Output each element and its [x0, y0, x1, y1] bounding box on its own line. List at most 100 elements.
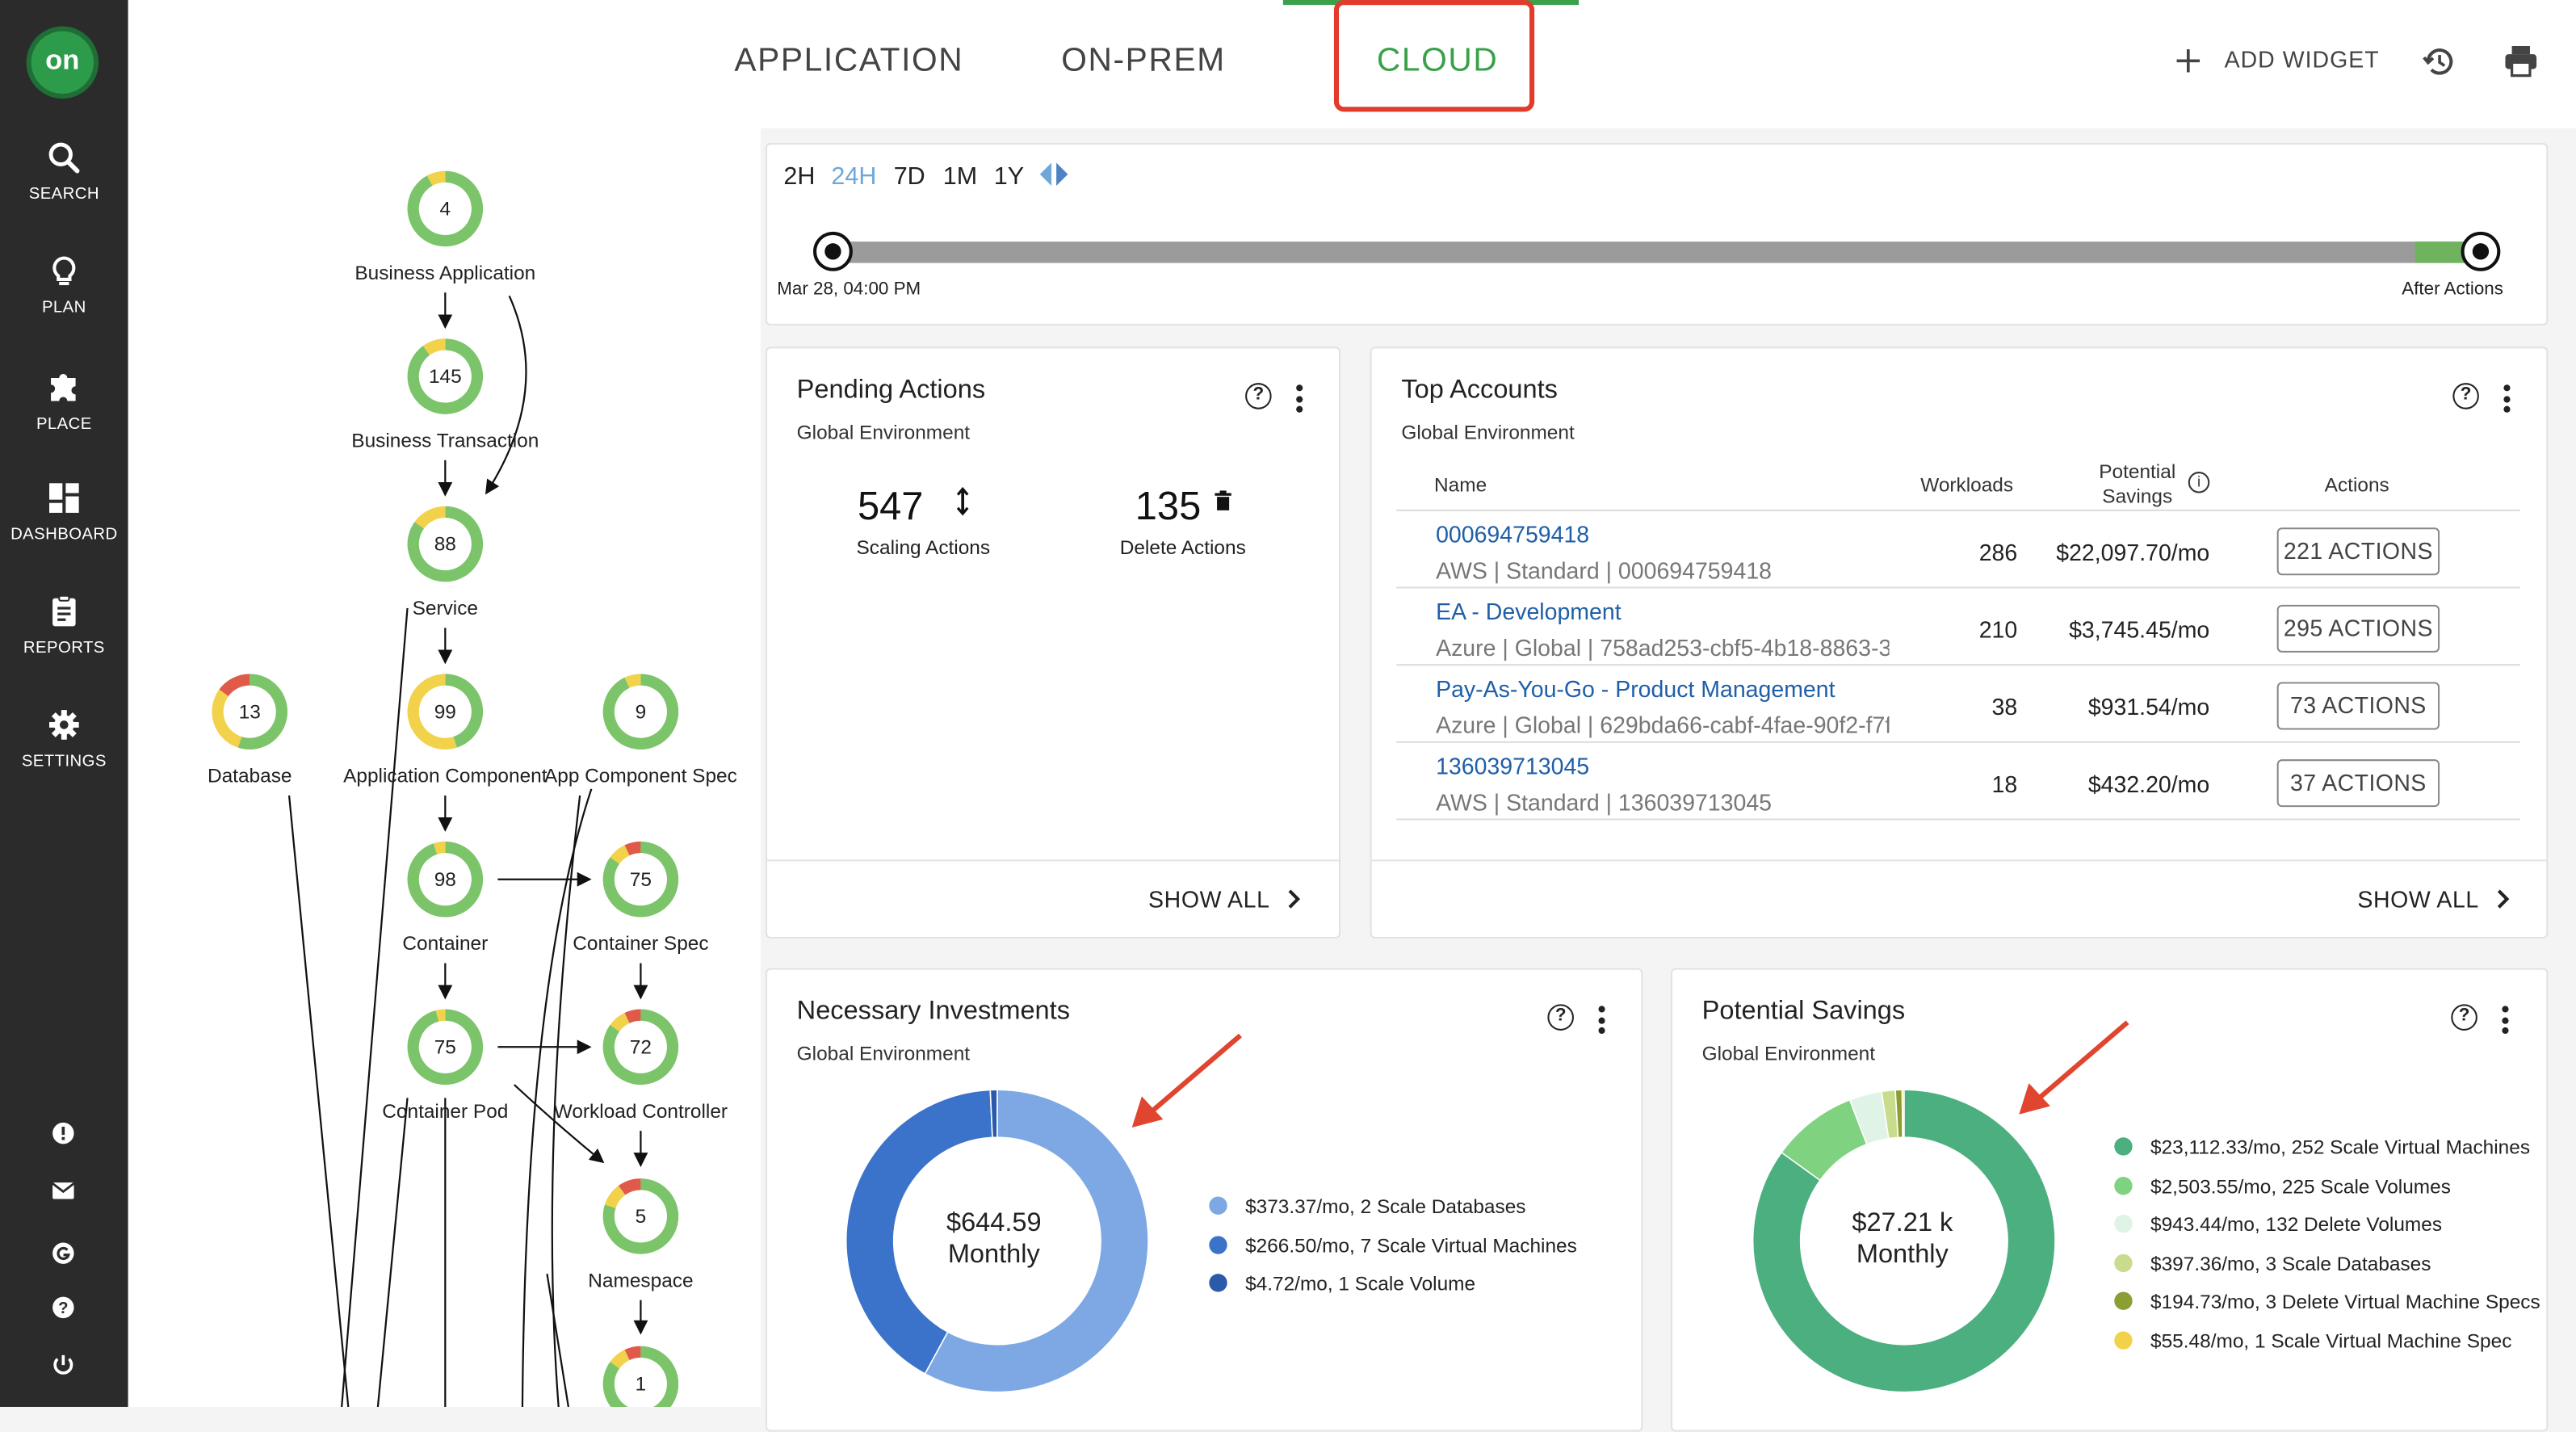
timeline-start-handle[interactable]	[813, 231, 853, 271]
account-description: AWS | Standard | 136039713045	[1436, 788, 1773, 816]
card-subtitle: Global Environment	[796, 1042, 971, 1065]
topology-edge	[376, 1098, 409, 1407]
account-workloads: 210	[1978, 616, 2018, 643]
card-subtitle: Global Environment	[1401, 420, 1575, 444]
topology-node-count: 4	[439, 197, 451, 220]
topology-edge	[341, 607, 409, 1407]
legend-item: $4.72/mo, 1 Scale Volume	[1209, 1272, 1475, 1296]
topology-node-label: Business Transaction	[351, 429, 539, 452]
search-icon	[48, 142, 80, 174]
account-actions-button[interactable]: 221 ACTIONS	[2276, 527, 2440, 576]
topology-node-count: 88	[434, 532, 456, 556]
account-name-link[interactable]: EA - Development	[1436, 598, 1622, 625]
topology-node-count: 1	[635, 1372, 647, 1396]
account-name-link[interactable]: 000694759418	[1436, 521, 1589, 548]
accounts-show-all-button[interactable]: SHOW ALL	[2357, 886, 2479, 913]
timeline-end-handle[interactable]	[2461, 231, 2501, 271]
chevron-right-icon[interactable]	[2495, 889, 2510, 909]
topology-node-count: 145	[428, 364, 462, 388]
topology-node-count: 75	[629, 867, 652, 891]
logo[interactable]: on	[31, 31, 94, 94]
column-header-name: Name	[1434, 473, 1487, 497]
kebab-menu-icon[interactable]	[1296, 384, 1303, 417]
help-icon[interactable]: ?	[49, 1294, 78, 1322]
legend-swatch	[2114, 1177, 2133, 1195]
time-option-2h[interactable]: 2H	[783, 162, 815, 191]
donut-segment[interactable]	[1901, 1089, 1905, 1139]
legend-item: $23,112.33/mo, 252 Scale Virtual Machine…	[2114, 1136, 2530, 1159]
legend-swatch	[1209, 1274, 1227, 1292]
alert-icon[interactable]	[49, 1119, 78, 1148]
annotation-arrow	[1131, 1033, 1242, 1128]
help-icon[interactable]: ?	[2452, 383, 2479, 409]
time-option-24h[interactable]: 24H	[831, 162, 876, 191]
help-icon[interactable]: ?	[1245, 383, 1272, 409]
account-description: AWS | Standard | 000694759418	[1436, 556, 1773, 584]
scaling-arrows-icon	[956, 486, 969, 516]
account-actions-button[interactable]: 37 ACTIONS	[2276, 759, 2440, 808]
card-title: Pending Actions	[796, 376, 986, 405]
account-savings: $931.54/mo	[2087, 693, 2210, 720]
time-option-1m[interactable]: 1M	[943, 162, 977, 191]
topology-node-label: Container Spec	[573, 931, 709, 955]
timeline-card	[766, 143, 2549, 325]
donut-center-label: Monthly	[947, 1241, 1040, 1270]
donut-center-value: $27.21 k	[1852, 1209, 1953, 1238]
kebab-menu-icon[interactable]	[1598, 1006, 1605, 1038]
legend-label: $266.50/mo, 7 Scale Virtual Machines	[1245, 1234, 1577, 1258]
topology-node-label: App Component Spec	[543, 764, 737, 787]
tab-on-prem[interactable]: ON-PREM	[1061, 43, 1226, 81]
legend-label: $2,503.55/mo, 225 Scale Volumes	[2150, 1175, 2451, 1199]
time-option-7d[interactable]: 7D	[894, 162, 925, 191]
range-arrows-icon[interactable]	[1038, 161, 1072, 187]
legend-item: $2,503.55/mo, 225 Scale Volumes	[2114, 1175, 2451, 1199]
sidebar-item-search[interactable]: SEARCH	[0, 141, 128, 204]
supply-chain-topology: 4 Business Application 145 Business Transac…	[128, 0, 761, 1407]
print-icon[interactable]	[2503, 44, 2538, 78]
kebab-menu-icon[interactable]	[2503, 384, 2511, 417]
mail-icon[interactable]	[49, 1177, 78, 1205]
time-option-1y[interactable]: 1Y	[994, 162, 1024, 191]
account-actions-button[interactable]: 73 ACTIONS	[2276, 682, 2440, 730]
tab-cloud[interactable]: CLOUD	[1377, 43, 1499, 81]
legend-label: $373.37/mo, 2 Scale Databases	[1245, 1195, 1526, 1218]
sidebar-item-plan[interactable]: PLAN	[0, 254, 128, 317]
pending-show-all-button[interactable]: SHOW ALL	[1148, 886, 1270, 913]
clipboard-icon	[52, 594, 76, 627]
account-name-link[interactable]: Pay-As-You-Go - Product Management	[1436, 675, 1835, 702]
sidebar-item-reports[interactable]: REPORTS	[0, 594, 128, 657]
scaling-actions-label: Scaling Actions	[856, 535, 991, 559]
pending-actions-card: Pending Actions Global Environment ? 547…	[766, 346, 1341, 939]
sidebar-item-label: SEARCH	[28, 185, 99, 204]
account-actions-button[interactable]: 295 ACTIONS	[2276, 604, 2440, 653]
chevron-right-icon[interactable]	[1286, 889, 1301, 909]
legend-item: $194.73/mo, 3 Delete Virtual Machine Spe…	[2114, 1290, 2540, 1313]
sidebar-item-settings[interactable]: SETTINGS	[0, 708, 128, 771]
sidebar-item-place[interactable]: PLACE	[0, 368, 128, 434]
kebab-menu-icon[interactable]	[2502, 1006, 2509, 1038]
power-icon[interactable]	[49, 1351, 78, 1380]
svg-text:?: ?	[58, 1300, 68, 1317]
delete-actions-count: 135	[1135, 485, 1202, 530]
sidebar-item-dashboard[interactable]: DASHBOARD	[0, 481, 128, 544]
investments-donut-center: $644.59 Monthly	[896, 1208, 1093, 1270]
savings-donut-center: $27.21 k Monthly	[1804, 1208, 2001, 1270]
help-icon[interactable]: ?	[2451, 1004, 2477, 1031]
divider	[767, 859, 1340, 862]
topology-edge	[485, 295, 527, 495]
timeline-start-label: Mar 28, 04:00 PM	[777, 279, 921, 300]
column-header-actions: Actions	[2324, 473, 2389, 497]
add-widget-button[interactable]: ADD WIDGET	[2225, 46, 2380, 73]
account-name-link[interactable]: 136039713045	[1436, 753, 1589, 779]
history-icon[interactable]	[2422, 44, 2456, 79]
info-icon[interactable]: i	[2188, 472, 2210, 493]
annotation-arrow	[2019, 1020, 2129, 1115]
legend-swatch	[2114, 1214, 2133, 1233]
plus-icon[interactable]	[2175, 48, 2202, 74]
help-icon[interactable]: ?	[1547, 1004, 1574, 1031]
dashboard-icon	[49, 483, 79, 513]
g-icon[interactable]	[49, 1239, 78, 1267]
table-divider	[1396, 509, 2520, 511]
tab-application[interactable]: APPLICATION	[734, 43, 963, 81]
account-workloads: 286	[1978, 539, 2018, 566]
